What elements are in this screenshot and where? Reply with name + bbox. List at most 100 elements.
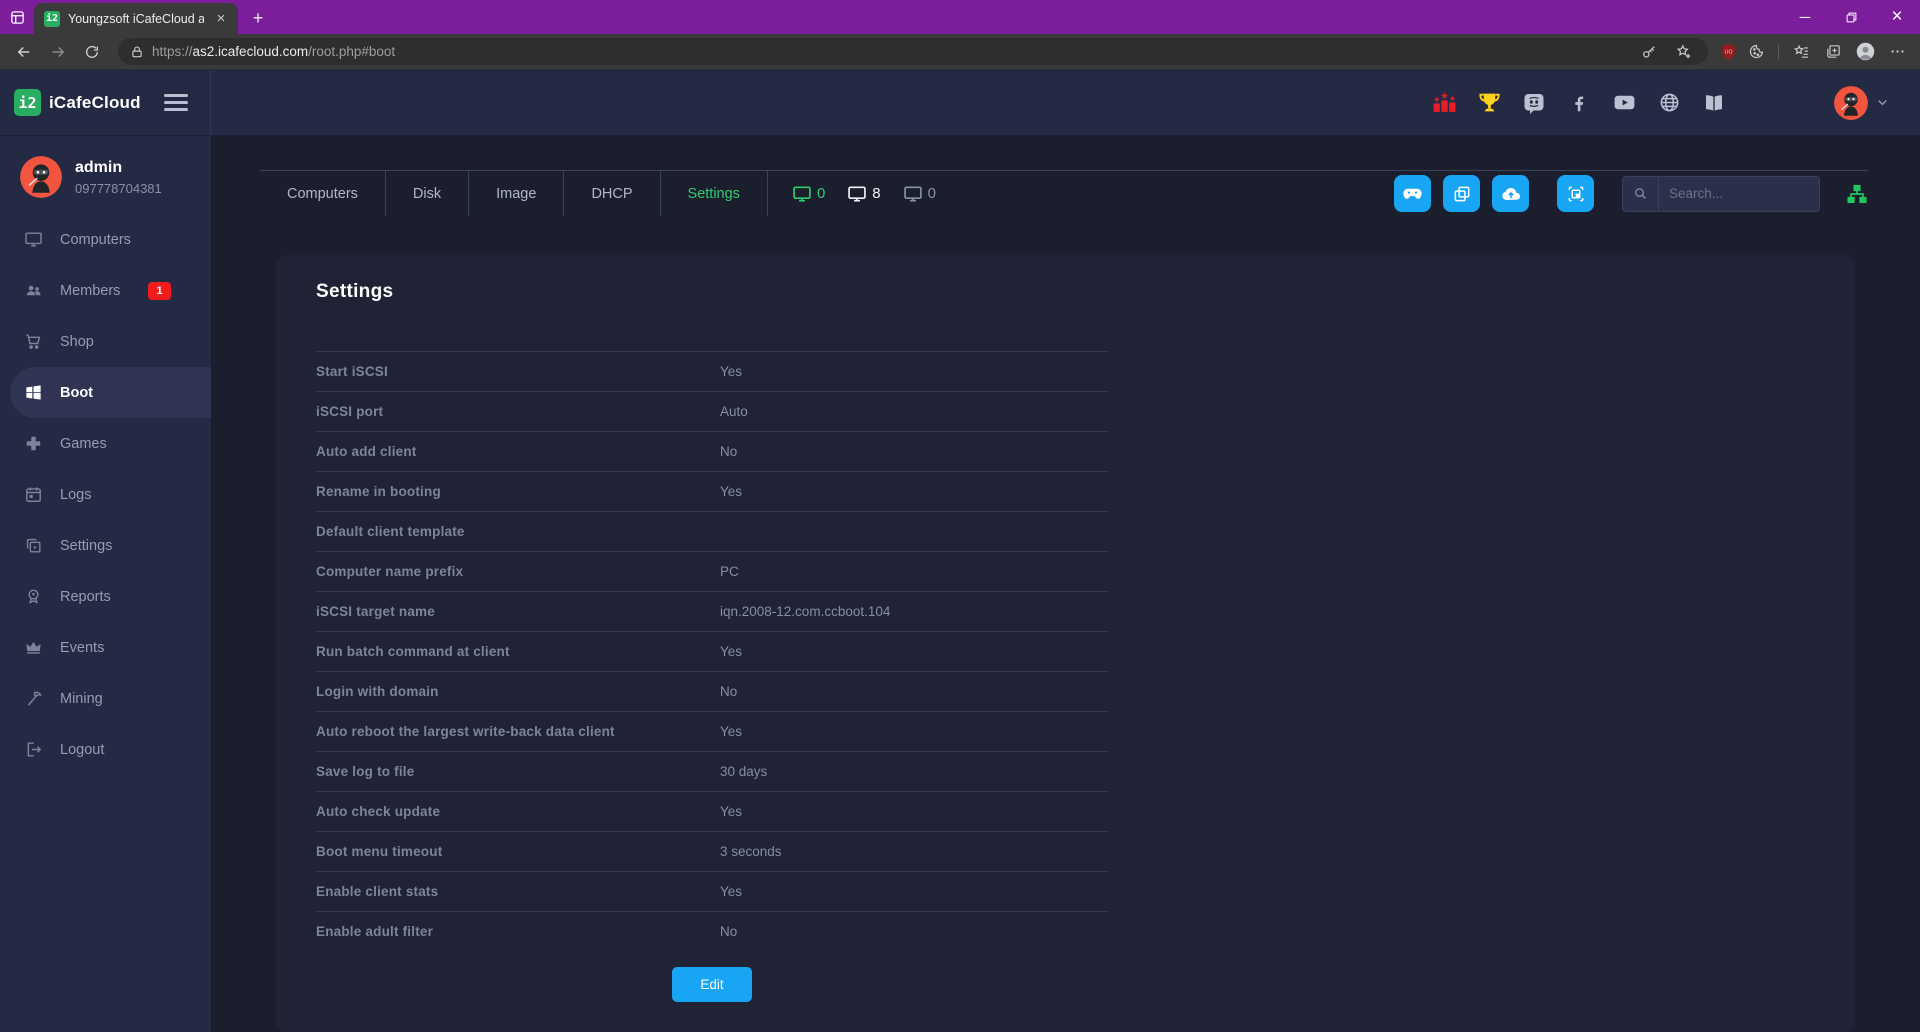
cloud-upload-button[interactable] bbox=[1492, 175, 1529, 212]
new-tab-button[interactable]: + bbox=[244, 4, 272, 32]
network-sitemap-button[interactable] bbox=[1846, 183, 1868, 205]
app-header-icons: ★★★ bbox=[1431, 86, 1920, 120]
sidebar-item-members[interactable]: Members1 bbox=[0, 265, 211, 316]
sidebar-item-events[interactable]: Events bbox=[0, 622, 211, 673]
forward-icon[interactable] bbox=[44, 38, 72, 66]
settings-row: Run batch command at clientYes bbox=[316, 631, 1108, 671]
copy-button[interactable] bbox=[1443, 175, 1480, 212]
tab-disk[interactable]: Disk bbox=[386, 171, 469, 216]
sidebar-item-logs[interactable]: Logs bbox=[0, 469, 211, 520]
setting-label: Run batch command at client bbox=[316, 644, 720, 659]
boot-icon bbox=[24, 383, 44, 402]
sidebar-user-block: admin 097778704381 bbox=[0, 136, 211, 214]
rewards-icon[interactable]: ★★★ bbox=[1431, 90, 1457, 116]
add-favorite-star-icon[interactable] bbox=[1670, 39, 1696, 65]
setting-label: Login with domain bbox=[316, 684, 720, 699]
client-counter-white[interactable]: 8 bbox=[847, 184, 880, 204]
tab-title: Youngzsoft iCafeCloud admin bbox=[68, 12, 204, 26]
sidebar-item-mining[interactable]: Mining bbox=[0, 673, 211, 724]
edit-button[interactable]: Edit bbox=[672, 967, 751, 1002]
close-window-button[interactable]: × bbox=[1874, 0, 1920, 34]
trophy-icon[interactable] bbox=[1476, 90, 1502, 116]
youtube-icon[interactable] bbox=[1611, 90, 1637, 116]
sidebar-item-label: Logs bbox=[60, 487, 91, 503]
tab-computers[interactable]: Computers bbox=[260, 171, 386, 216]
sidebar-item-label: Games bbox=[60, 436, 107, 452]
sidebar-item-computers[interactable]: Computers bbox=[0, 214, 211, 265]
monitor-icon bbox=[792, 184, 812, 204]
refresh-icon[interactable] bbox=[78, 38, 106, 66]
browser-profile-avatar[interactable] bbox=[1852, 39, 1878, 65]
setting-label: iSCSI port bbox=[316, 404, 720, 419]
counter-value: 8 bbox=[872, 185, 880, 202]
minimize-button[interactable]: ─ bbox=[1782, 0, 1828, 34]
settings-table: Start iSCSIYesiSCSI portAutoAuto add cli… bbox=[316, 351, 1108, 951]
computers-icon bbox=[24, 230, 44, 249]
header-user-menu[interactable] bbox=[1834, 86, 1890, 120]
mining-icon bbox=[24, 689, 44, 708]
client-counter-gray[interactable]: 0 bbox=[903, 184, 936, 204]
settings-row: Login with domainNo bbox=[316, 671, 1108, 711]
setting-label: Auto check update bbox=[316, 804, 720, 819]
app-header: i2 iCafeCloud ★★★ bbox=[0, 70, 1920, 136]
settings-row: Computer name prefixPC bbox=[316, 551, 1108, 591]
sidebar-item-label: Reports bbox=[60, 589, 111, 605]
sidebar-item-games[interactable]: Games bbox=[0, 418, 211, 469]
logs-icon bbox=[24, 485, 44, 504]
capture-button[interactable] bbox=[1557, 175, 1594, 212]
collections-icon[interactable] bbox=[1820, 39, 1846, 65]
extensions-icon[interactable] bbox=[1743, 39, 1769, 65]
browser-menu-icon[interactable] bbox=[1884, 39, 1910, 65]
client-counter-green[interactable]: 0 bbox=[792, 184, 825, 204]
sidebar-item-label: Computers bbox=[60, 232, 131, 248]
adblock-shield-icon[interactable]: UO bbox=[1720, 43, 1737, 60]
tab-actions-icon[interactable] bbox=[0, 0, 34, 34]
gamepad-button[interactable] bbox=[1394, 175, 1431, 212]
sidebar-item-boot[interactable]: Boot bbox=[10, 367, 211, 418]
sidebar-nav: Computers Members1ShopBoot Games Logs Settin… bbox=[0, 214, 211, 775]
favorites-hub-icon[interactable] bbox=[1788, 39, 1814, 65]
app-shell: admin 097778704381 Computers Members1Shop… bbox=[0, 136, 1920, 1032]
password-key-icon[interactable] bbox=[1636, 39, 1662, 65]
address-bar[interactable]: https://as2.icafecloud.com/root.php#boot bbox=[118, 38, 1708, 65]
browser-toolbar: https://as2.icafecloud.com/root.php#boot… bbox=[0, 34, 1920, 70]
logo-text: iCafeCloud bbox=[49, 93, 141, 113]
settings-panel: Settings Start iSCSIYesiSCSI portAutoAut… bbox=[276, 255, 1855, 1032]
settings-row: Enable client statsYes bbox=[316, 871, 1108, 911]
reports-icon bbox=[24, 587, 44, 606]
edit-button-row: Edit bbox=[316, 967, 1108, 1002]
svg-text:★: ★ bbox=[1449, 94, 1456, 103]
close-tab-icon[interactable]: × bbox=[212, 10, 230, 28]
settings-row: Save log to file30 days bbox=[316, 751, 1108, 791]
restore-button[interactable] bbox=[1828, 0, 1874, 34]
browser-tab[interactable]: i2 Youngzsoft iCafeCloud admin × bbox=[34, 3, 238, 34]
app-logo[interactable]: i2 iCafeCloud bbox=[14, 89, 141, 116]
tab-settings[interactable]: Settings bbox=[661, 171, 768, 216]
chevron-down-icon bbox=[1875, 95, 1890, 110]
counter-value: 0 bbox=[928, 185, 936, 202]
tab-dhcp[interactable]: DHCP bbox=[564, 171, 660, 216]
sidebar-item-reports[interactable]: Reports bbox=[0, 571, 211, 622]
setting-value: Auto bbox=[720, 404, 748, 419]
setting-label: Auto add client bbox=[316, 444, 720, 459]
sidebar-item-logout[interactable]: Logout bbox=[0, 724, 211, 775]
client-counters: 0 8 0 bbox=[792, 171, 936, 216]
setting-value: 30 days bbox=[720, 764, 767, 779]
facebook-icon[interactable] bbox=[1566, 90, 1592, 116]
browser-titlebar: i2 Youngzsoft iCafeCloud admin × + ─ × bbox=[0, 0, 1920, 34]
setting-value: Yes bbox=[720, 484, 742, 499]
tab-image[interactable]: Image bbox=[469, 171, 564, 216]
hamburger-menu-icon[interactable] bbox=[164, 94, 188, 111]
website-icon[interactable] bbox=[1656, 90, 1682, 116]
monitor-icon bbox=[847, 184, 867, 204]
setting-label: Rename in booting bbox=[316, 484, 720, 499]
guide-icon[interactable] bbox=[1701, 90, 1727, 116]
shop-icon bbox=[24, 332, 44, 351]
search-input[interactable] bbox=[1659, 186, 1819, 201]
sidebar-item-shop[interactable]: Shop bbox=[0, 316, 211, 367]
sidebar-item-settings[interactable]: Settings bbox=[0, 520, 211, 571]
discord-icon[interactable] bbox=[1521, 90, 1547, 116]
back-icon[interactable] bbox=[10, 38, 38, 66]
user-avatar bbox=[1834, 86, 1868, 120]
logout-icon bbox=[24, 740, 44, 759]
